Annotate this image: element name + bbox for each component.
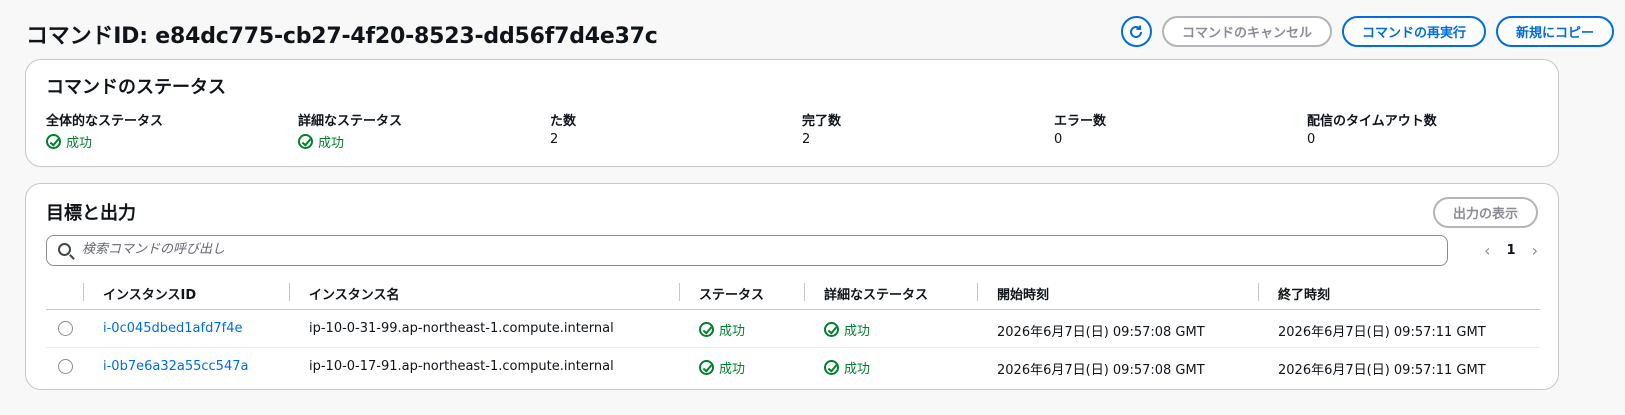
instance-name: ip-10-0-31-99.ap-northeast-1.compute.int… bbox=[309, 321, 614, 336]
column-divider bbox=[83, 283, 84, 301]
status-value: 成功 bbox=[46, 132, 286, 151]
table-row: i-0b7e6a32a55cc547a ip-10-0-17-91.ap-nor… bbox=[46, 348, 1540, 386]
targets-card-title: 目標と出力 bbox=[46, 203, 136, 224]
page-header: コマンドID: e84dc775-cb27-4f20-8523-dd56f7d4… bbox=[26, 14, 1625, 52]
status-value: 0 bbox=[1054, 132, 1063, 147]
chevron-right-icon[interactable]: › bbox=[1532, 241, 1538, 260]
row-status: 成功 bbox=[699, 358, 745, 377]
status-text: 成功 bbox=[844, 324, 871, 339]
status-text: 成功 bbox=[318, 136, 345, 151]
chevron-left-icon[interactable]: ‹ bbox=[1484, 241, 1490, 260]
show-output-button[interactable]: 出力の表示 bbox=[1432, 197, 1538, 228]
success-icon bbox=[46, 134, 61, 149]
instance-id-link[interactable]: i-0c045dbed1afd7f4e bbox=[103, 321, 242, 336]
status-label: 全体的なステータス bbox=[46, 114, 164, 129]
status-text: 成功 bbox=[66, 136, 93, 151]
success-icon bbox=[824, 322, 839, 337]
error-count: エラー数 0 bbox=[1054, 110, 1294, 147]
column-divider bbox=[289, 283, 290, 301]
row-select-radio[interactable] bbox=[58, 359, 73, 374]
pagination: ‹ 1 › bbox=[1484, 241, 1538, 260]
status-value: 0 bbox=[1307, 132, 1316, 147]
column-divider bbox=[804, 283, 805, 301]
column-divider bbox=[977, 283, 978, 301]
column-header-end-time[interactable]: 終了時刻 bbox=[1278, 284, 1330, 303]
completed-count: 完了数 2 bbox=[802, 110, 1042, 147]
copy-to-new-button[interactable]: 新規にコピー bbox=[1495, 16, 1614, 47]
end-time: 2026年6月7日(日) 09:57:11 GMT bbox=[1278, 363, 1486, 378]
table-header: インスタンスID インスタンス名 ステータス 詳細なステータス 開始時刻 終了時… bbox=[46, 278, 1540, 310]
refresh-button[interactable] bbox=[1120, 16, 1152, 47]
end-time: 2026年6月7日(日) 09:57:11 GMT bbox=[1278, 325, 1486, 340]
refresh-icon bbox=[1130, 25, 1143, 38]
targets-table: インスタンスID インスタンス名 ステータス 詳細なステータス 開始時刻 終了時… bbox=[46, 278, 1540, 386]
column-header-status[interactable]: ステータス bbox=[699, 284, 764, 303]
table-row: i-0c045dbed1afd7f4e ip-10-0-31-99.ap-nor… bbox=[46, 310, 1540, 348]
column-divider bbox=[1258, 283, 1259, 301]
current-page[interactable]: 1 bbox=[1507, 243, 1516, 258]
success-icon bbox=[298, 134, 313, 149]
row-status: 成功 bbox=[699, 320, 745, 339]
status-text: 成功 bbox=[719, 362, 746, 377]
row-detailed-status: 成功 bbox=[824, 320, 870, 339]
column-header-detailed-status[interactable]: 詳細なステータス bbox=[824, 284, 928, 303]
start-time: 2026年6月7日(日) 09:57:08 GMT bbox=[997, 325, 1205, 340]
row-detailed-status: 成功 bbox=[824, 358, 870, 377]
success-icon bbox=[699, 360, 714, 375]
success-icon bbox=[699, 322, 714, 337]
target-count: た数 2 bbox=[550, 110, 790, 147]
status-label: 完了数 bbox=[802, 114, 842, 129]
status-card-title: コマンドのステータス bbox=[46, 77, 226, 98]
status-value: 成功 bbox=[298, 132, 538, 151]
status-text: 成功 bbox=[719, 324, 746, 339]
start-time: 2026年6月7日(日) 09:57:08 GMT bbox=[997, 363, 1205, 378]
instance-name: ip-10-0-17-91.ap-northeast-1.compute.int… bbox=[309, 359, 614, 374]
column-divider bbox=[679, 283, 680, 301]
rerun-command-button[interactable]: コマンドの再実行 bbox=[1341, 16, 1486, 47]
column-header-instance-name[interactable]: インスタンス名 bbox=[309, 284, 399, 303]
status-label: た数 bbox=[550, 114, 577, 129]
instance-id-link[interactable]: i-0b7e6a32a55cc547a bbox=[103, 359, 248, 374]
status-label: 詳細なステータス bbox=[298, 114, 403, 129]
command-status-card: コマンドのステータス 全体的なステータス 成功 詳細なステータス 成功 た数 2… bbox=[25, 59, 1559, 167]
column-header-instance-id[interactable]: インスタンスID bbox=[103, 284, 196, 303]
overall-status: 全体的なステータス 成功 bbox=[46, 110, 286, 151]
header-actions: コマンドのキャンセル コマンドの再実行 新規にコピー bbox=[1120, 16, 1614, 47]
status-value: 2 bbox=[802, 132, 811, 147]
targets-and-outputs-card: 目標と出力 出力の表示 ‹ 1 › インスタンスID インスタンス名 ステータス… bbox=[25, 183, 1559, 390]
status-label: 配信のタイムアウト数 bbox=[1307, 114, 1437, 129]
search-field[interactable] bbox=[46, 235, 1448, 266]
row-select-radio[interactable] bbox=[58, 321, 73, 336]
status-label: エラー数 bbox=[1054, 114, 1107, 129]
status-value: 2 bbox=[550, 132, 559, 147]
status-text: 成功 bbox=[844, 362, 871, 377]
search-input[interactable] bbox=[82, 242, 1422, 257]
search-icon bbox=[58, 243, 71, 256]
detailed-status: 詳細なステータス 成功 bbox=[298, 110, 538, 151]
page-title: コマンドID: e84dc775-cb27-4f20-8523-dd56f7d4… bbox=[26, 24, 658, 49]
column-header-start-time[interactable]: 開始時刻 bbox=[997, 284, 1049, 303]
delivery-timeout-count: 配信のタイムアウト数 0 bbox=[1307, 110, 1547, 147]
success-icon bbox=[824, 360, 839, 375]
cancel-command-button[interactable]: コマンドのキャンセル bbox=[1161, 16, 1332, 47]
